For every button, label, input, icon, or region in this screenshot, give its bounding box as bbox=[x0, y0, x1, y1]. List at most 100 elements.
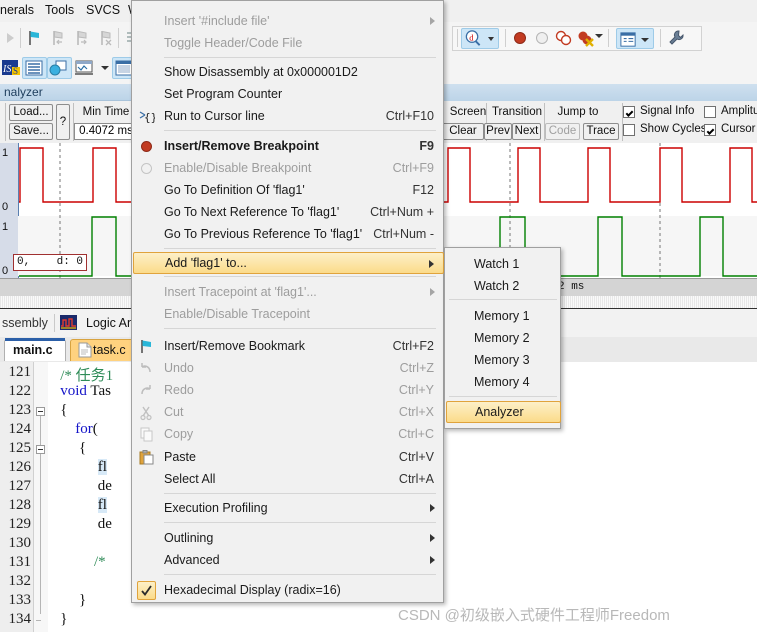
code-line: { bbox=[49, 440, 87, 456]
kill-all-breakpoints-icon[interactable] bbox=[575, 28, 595, 48]
submenu-item-label: Memory 2 bbox=[474, 331, 530, 345]
chevron-down-icon[interactable] bbox=[595, 34, 603, 38]
menu-item-add-flag1-to[interactable]: Add 'flag1' to... bbox=[133, 252, 444, 274]
insert-breakpoint-icon[interactable] bbox=[510, 28, 530, 48]
menu-item-tools[interactable]: Tools bbox=[45, 3, 74, 17]
add-flag1-to-submenu[interactable]: Watch 1 Watch 2 Memory 1 Memory 2 Memory… bbox=[444, 247, 561, 429]
submenu-item-watch-1[interactable]: Watch 1 bbox=[446, 253, 561, 275]
menu-item-generals[interactable]: nerals bbox=[0, 3, 34, 17]
line-number: 129 bbox=[8, 516, 32, 532]
cursor-label: Cursor bbox=[721, 123, 756, 135]
chevron-down-icon[interactable] bbox=[488, 37, 494, 41]
bookmark-flag-icon[interactable] bbox=[25, 28, 45, 48]
menu-item-label: Paste bbox=[164, 450, 196, 464]
menu-item-label: Insert '#include file' bbox=[164, 14, 270, 28]
chevron-down-icon[interactable] bbox=[641, 38, 649, 42]
load-button[interactable]: Load... bbox=[9, 104, 53, 121]
submenu-separator bbox=[449, 396, 557, 397]
toolbar-separator bbox=[20, 28, 21, 48]
submenu-item-memory-2[interactable]: Memory 2 bbox=[446, 327, 561, 349]
transition-label: Transition bbox=[491, 106, 543, 118]
fold-toggle-icon[interactable] bbox=[36, 407, 45, 416]
code-line: de bbox=[49, 478, 112, 494]
code-line: /* 任务1 bbox=[49, 368, 114, 384]
call-stack-icon[interactable] bbox=[47, 57, 72, 79]
menu-item-outlining[interactable]: Outlining bbox=[133, 527, 444, 549]
submenu-item-label: Memory 4 bbox=[474, 375, 530, 389]
menu-item-advanced[interactable]: Advanced bbox=[133, 549, 444, 571]
menu-item-accelerator: Ctrl+Num + bbox=[370, 205, 434, 219]
undo-icon bbox=[138, 360, 155, 377]
submenu-arrow-icon bbox=[430, 504, 435, 512]
menu-separator bbox=[164, 493, 436, 494]
menu-item-set-program-counter[interactable]: Set Program Counter bbox=[133, 83, 444, 105]
line-number: 126 bbox=[8, 459, 32, 475]
submenu-arrow-icon bbox=[429, 260, 434, 268]
fold-guide-tick bbox=[36, 620, 41, 621]
configure-tools-icon[interactable] bbox=[666, 28, 686, 48]
min-time-field[interactable]: 0.4072 ms bbox=[74, 123, 138, 140]
editor-context-menu[interactable]: Insert '#include file' Toggle Header/Cod… bbox=[131, 0, 444, 603]
step-out-icon[interactable] bbox=[2, 28, 22, 48]
menu-item-svcs[interactable]: SVCS bbox=[86, 3, 120, 17]
watch-window-button[interactable] bbox=[616, 28, 654, 49]
signal-info-checkbox[interactable] bbox=[623, 106, 635, 118]
code-line: fl bbox=[97, 497, 107, 513]
paste-icon bbox=[138, 449, 155, 466]
submenu-item-memory-1[interactable]: Memory 1 bbox=[446, 305, 561, 327]
menu-item-hexadecimal-display[interactable]: Hexadecimal Display (radix=16) bbox=[133, 579, 444, 601]
show-cycles-checkbox[interactable] bbox=[623, 124, 635, 136]
submenu-separator bbox=[449, 299, 557, 300]
file-tab-main-c[interactable]: main.c bbox=[4, 339, 66, 361]
copy-icon bbox=[138, 426, 155, 443]
menu-item-label: Add 'flag1' to... bbox=[165, 256, 247, 270]
submenu-item-memory-3[interactable]: Memory 3 bbox=[446, 349, 561, 371]
menu-item-select-all[interactable]: Select All Ctrl+A bbox=[133, 468, 444, 490]
menu-item-insert-remove-bookmark[interactable]: Insert/Remove Bookmark Ctrl+F2 bbox=[133, 335, 444, 357]
clear-button[interactable]: Clear bbox=[442, 123, 484, 140]
submenu-item-watch-2[interactable]: Watch 2 bbox=[446, 275, 561, 297]
submenu-arrow-icon bbox=[430, 556, 435, 564]
cursor-checkbox[interactable] bbox=[704, 124, 716, 136]
save-button[interactable]: Save... bbox=[9, 123, 53, 140]
next-button[interactable]: Next bbox=[512, 123, 541, 140]
menu-item-label: Select All bbox=[164, 472, 216, 486]
jump-to-label: Jump to bbox=[557, 106, 599, 118]
line-number: 122 bbox=[8, 383, 32, 399]
amplitude-checkbox[interactable] bbox=[704, 106, 716, 118]
line-number: 121 bbox=[8, 364, 32, 380]
code-fold-column[interactable] bbox=[34, 362, 48, 632]
tab-disassembly[interactable]: ssembly bbox=[2, 311, 48, 335]
menu-item-go-to-definition[interactable]: Go To Definition Of 'flag1' F12 bbox=[133, 179, 444, 201]
breakpoint-red-icon bbox=[138, 138, 155, 155]
menu-separator bbox=[164, 248, 436, 249]
logic-analyzer-icon bbox=[60, 315, 77, 330]
serial-window-icon[interactable] bbox=[72, 57, 98, 79]
command-window-icon[interactable] bbox=[22, 57, 47, 79]
menu-item-label: Set Program Counter bbox=[164, 87, 283, 101]
prev-button[interactable]: Prev bbox=[484, 123, 512, 140]
menu-separator bbox=[164, 522, 436, 523]
menu-item-show-disassembly[interactable]: Show Disassembly at 0x000001D2 bbox=[133, 61, 444, 83]
submenu-item-analyzer[interactable]: Analyzer bbox=[446, 401, 561, 423]
menu-item-accelerator: Ctrl+Num - bbox=[373, 227, 434, 241]
code-line: { bbox=[49, 402, 68, 418]
submenu-item-memory-4[interactable]: Memory 4 bbox=[446, 371, 561, 393]
menu-item-go-to-next-reference[interactable]: Go To Next Reference To 'flag1' Ctrl+Num… bbox=[133, 201, 444, 223]
menu-item-execution-profiling[interactable]: Execution Profiling bbox=[133, 497, 444, 519]
trace-button[interactable]: Trace bbox=[583, 123, 619, 140]
disable-all-breakpoints-icon[interactable] bbox=[553, 28, 573, 48]
menu-item-insert-remove-breakpoint[interactable]: Insert/Remove Breakpoint F9 bbox=[133, 135, 444, 157]
menu-item-run-to-cursor-line[interactable]: {} Run to Cursor line Ctrl+F10 bbox=[133, 105, 444, 127]
code-line: fl bbox=[97, 459, 107, 475]
fold-toggle-icon[interactable] bbox=[36, 445, 45, 454]
chevron-down-icon[interactable] bbox=[101, 66, 109, 70]
find-in-files-button[interactable]: d bbox=[461, 28, 499, 49]
menu-item-paste[interactable]: Paste Ctrl+V bbox=[133, 446, 444, 468]
disable-breakpoint-icon[interactable] bbox=[532, 28, 552, 48]
line-number: 131 bbox=[8, 554, 32, 570]
svg-text:d: d bbox=[469, 32, 474, 42]
js-file-icon[interactable]: IS S bbox=[0, 57, 24, 79]
help-button[interactable]: ? bbox=[56, 104, 70, 140]
menu-item-go-to-previous-reference[interactable]: Go To Previous Reference To 'flag1' Ctrl… bbox=[133, 223, 444, 245]
